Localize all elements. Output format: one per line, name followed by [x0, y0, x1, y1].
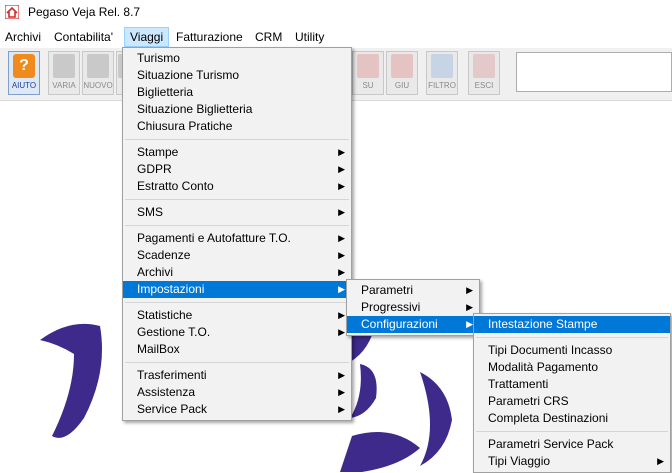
new-document-icon [87, 54, 109, 78]
window-title: Pegaso Veja Rel. 8.7 [28, 5, 141, 19]
menu-item-progressivi[interactable]: Progressivi ▶ [347, 299, 479, 316]
aiuto-button[interactable]: ? AIUTO [8, 51, 40, 95]
menu-item-tipi-documenti-incasso[interactable]: Tipi Documenti Incasso [474, 342, 670, 359]
arrow-up-icon [357, 54, 379, 78]
submenu-arrow-icon: ▶ [657, 456, 664, 466]
varia-label: VARIA [52, 81, 76, 90]
menu-separator [125, 362, 349, 363]
menu-item-assistenza[interactable]: Assistenza ▶ [123, 384, 351, 401]
menu-item-stampe[interactable]: Stampe ▶ [123, 144, 351, 161]
menu-contabilita[interactable]: Contabilita' [49, 27, 118, 47]
submenu-arrow-icon: ▶ [338, 207, 345, 217]
filtro-label: FILTRO [428, 81, 456, 90]
menu-separator [125, 199, 349, 200]
menu-item-statistiche[interactable]: Statistiche ▶ [123, 307, 351, 324]
submenu-arrow-icon: ▶ [338, 181, 345, 191]
menu-item-sms[interactable]: SMS ▶ [123, 204, 351, 221]
menu-item-turismo[interactable]: Turismo [123, 50, 351, 67]
submenu-arrow-icon: ▶ [338, 147, 345, 157]
app-home-icon [5, 5, 19, 19]
menu-item-biglietteria[interactable]: Biglietteria [123, 84, 351, 101]
submenu-arrow-icon: ▶ [338, 233, 345, 243]
menu-item-estratto-conto[interactable]: Estratto Conto ▶ [123, 178, 351, 195]
menu-item-archivi[interactable]: Archivi ▶ [123, 264, 351, 281]
varia-button[interactable]: VARIA [48, 51, 80, 95]
configurazioni-submenu: Intestazione Stampe Tipi Documenti Incas… [473, 313, 671, 473]
filtro-button[interactable]: FILTRO [426, 51, 458, 95]
menu-utility[interactable]: Utility [290, 27, 329, 47]
nuovo-button[interactable]: NUOVO [82, 51, 114, 95]
submenu-arrow-icon: ▶ [338, 267, 345, 277]
menu-item-gdpr[interactable]: GDPR ▶ [123, 161, 351, 178]
nuovo-label: NUOVO [83, 81, 113, 90]
menu-item-intestazione-stampe[interactable]: Intestazione Stampe [474, 316, 670, 333]
submenu-arrow-icon: ▶ [466, 285, 473, 295]
esci-label: ESCI [474, 81, 494, 90]
impostazioni-submenu: Parametri ▶ Progressivi ▶ Configurazioni ▶ [346, 279, 480, 336]
submenu-arrow-icon: ▶ [338, 284, 345, 294]
menu-item-impostazioni[interactable]: Impostazioni ▶ [123, 281, 351, 298]
menu-item-modalita-pagamento[interactable]: Modalità Pagamento [474, 359, 670, 376]
menu-item-gestione-to[interactable]: Gestione T.O. ▶ [123, 324, 351, 341]
edit-document-icon [53, 54, 75, 78]
su-label: SU [362, 81, 374, 90]
viaggi-menu: Turismo Situazione Turismo Biglietteria … [122, 47, 352, 421]
menu-separator [476, 337, 668, 338]
toolbar-search-input[interactable] [516, 52, 672, 92]
menu-item-completa-destinazioni[interactable]: Completa Destinazioni [474, 410, 670, 427]
menu-item-configurazioni[interactable]: Configurazioni ▶ [347, 316, 479, 333]
menu-item-trattamenti[interactable]: Trattamenti [474, 376, 670, 393]
menu-item-pagamenti-autofatture[interactable]: Pagamenti e Autofatture T.O. ▶ [123, 230, 351, 247]
arrow-down-icon [391, 54, 413, 78]
menu-separator [125, 302, 349, 303]
menu-separator [476, 431, 668, 432]
title-bar: Pegaso Veja Rel. 8.7 [0, 0, 672, 26]
submenu-arrow-icon: ▶ [338, 404, 345, 414]
submenu-arrow-icon: ▶ [466, 302, 473, 312]
submenu-arrow-icon: ▶ [338, 250, 345, 260]
menu-item-service-pack[interactable]: Service Pack ▶ [123, 401, 351, 418]
menu-archivi[interactable]: Archivi [0, 27, 46, 47]
su-button[interactable]: SU [352, 51, 384, 95]
exit-icon [473, 54, 495, 78]
menu-item-scadenze[interactable]: Scadenze ▶ [123, 247, 351, 264]
menu-item-situazione-biglietteria[interactable]: Situazione Biglietteria [123, 101, 351, 118]
submenu-arrow-icon: ▶ [338, 387, 345, 397]
menu-separator [125, 139, 349, 140]
submenu-arrow-icon: ▶ [466, 319, 473, 329]
menu-fatturazione[interactable]: Fatturazione [171, 27, 248, 47]
menu-separator [125, 225, 349, 226]
menu-bar: Archivi Contabilita' Viaggi Fatturazione… [0, 27, 672, 47]
submenu-arrow-icon: ▶ [338, 327, 345, 337]
menu-item-parametri-service-pack[interactable]: Parametri Service Pack [474, 436, 670, 453]
submenu-arrow-icon: ▶ [338, 164, 345, 174]
aiuto-label: AIUTO [11, 81, 37, 90]
menu-crm[interactable]: CRM [250, 27, 287, 47]
giu-button[interactable]: GIU [386, 51, 418, 95]
help-icon: ? [13, 54, 35, 78]
menu-item-chiusura-pratiche[interactable]: Chiusura Pratiche [123, 118, 351, 135]
menu-item-tipi-viaggio[interactable]: Tipi Viaggio ▶ [474, 453, 670, 470]
menu-item-parametri[interactable]: Parametri ▶ [347, 282, 479, 299]
menu-item-mailbox[interactable]: MailBox [123, 341, 351, 358]
submenu-arrow-icon: ▶ [338, 310, 345, 320]
submenu-arrow-icon: ▶ [338, 370, 345, 380]
menu-item-situazione-turismo[interactable]: Situazione Turismo [123, 67, 351, 84]
menu-item-parametri-crs[interactable]: Parametri CRS [474, 393, 670, 410]
giu-label: GIU [394, 81, 410, 90]
esci-button[interactable]: ESCI [468, 51, 500, 95]
menu-item-trasferimenti[interactable]: Trasferimenti ▶ [123, 367, 351, 384]
menu-viaggi[interactable]: Viaggi [124, 27, 170, 47]
filter-icon [431, 54, 453, 78]
